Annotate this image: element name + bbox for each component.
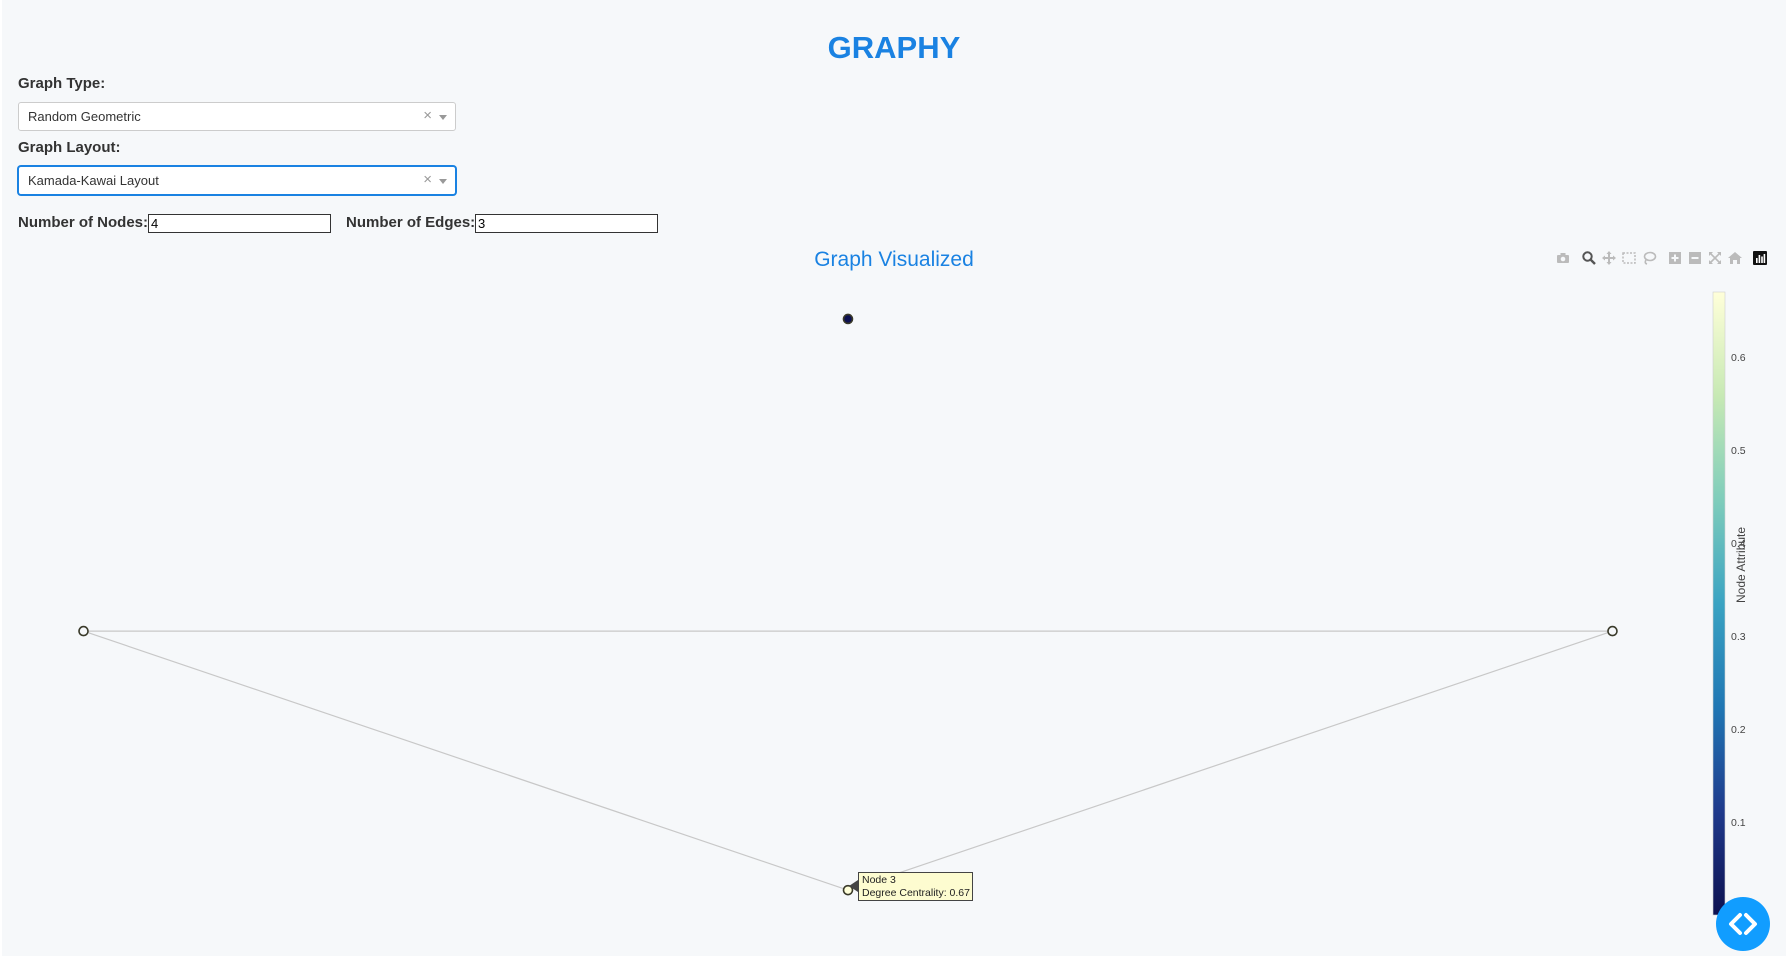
colorbar-tick-label: 0.2 (1731, 724, 1746, 736)
colorbar-tick-label: 0.1 (1731, 817, 1746, 829)
colorbar-title: Node Attribute (1734, 526, 1748, 603)
tooltip-node-name: Node 3 (862, 874, 896, 886)
code-toggle-button[interactable] (1716, 897, 1770, 951)
tooltip-degree-centrality: Degree Centrality: 0.67 (862, 887, 970, 899)
graph-plot[interactable]: 0.60.50.40.30.20.1 (2, 0, 1786, 956)
tooltip-pointer (849, 880, 858, 892)
colorbar-tick-label: 0.3 (1731, 631, 1746, 643)
colorbar-tick-label: 0.6 (1731, 352, 1746, 364)
colorbar-tick-label: 0.5 (1731, 445, 1746, 457)
colorbar: 0.60.50.40.30.20.1 (1712, 291, 1746, 916)
hover-tooltip: Node 3 Degree Centrality: 0.67 (858, 872, 973, 901)
page-background: GRAPHY Graph Type: Random Geometric × Gr… (2, 0, 1786, 956)
nodes-layer (78, 313, 1618, 896)
graph-node-1[interactable] (1607, 625, 1618, 637)
code-icon (1729, 913, 1757, 935)
colorbar-gradient (1712, 291, 1726, 916)
graph-edge-0-3 (83, 630, 849, 891)
graph-edge-1-3 (847, 630, 1613, 891)
edges-layer (83, 630, 1613, 891)
graph-node-0[interactable] (78, 625, 89, 637)
graph-node-2[interactable] (842, 313, 854, 325)
